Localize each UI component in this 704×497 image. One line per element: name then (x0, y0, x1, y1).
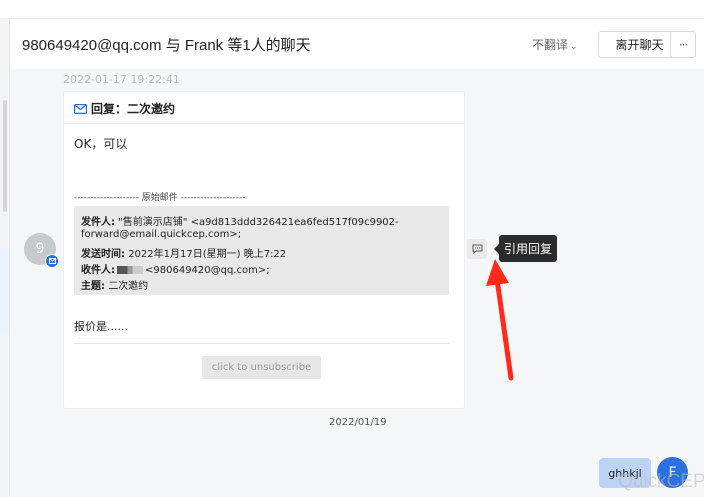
translate-label: 不翻译 (532, 38, 569, 52)
redacted-name (117, 266, 143, 274)
mail-badge-icon (45, 254, 59, 268)
quoted-to: 收件人: <980649420@qq.com>; (81, 261, 270, 276)
email-body-line: OK，可以 (74, 137, 128, 151)
quoted-subject: 主题: 二次邀约 (81, 277, 148, 292)
quickcep-watermark: QuickCEP (618, 471, 704, 492)
message-timestamp: 2022-01-17 19:22:41 (63, 73, 180, 86)
quoted-to-value: <980649420@qq.com>; (145, 265, 270, 276)
divider (64, 123, 464, 124)
date-divider: 2022/01/19 (329, 417, 387, 428)
chat-title: 980649420@qq.com 与 Frank 等1人的聊天 (22, 37, 311, 54)
quoted-sent-label: 发送时间: (81, 249, 125, 260)
red-arrow-annotation (486, 259, 514, 381)
mail-icon (74, 103, 87, 114)
quoted-subject-value: 二次邀约 (108, 281, 149, 292)
scrollbar-thumb[interactable] (3, 100, 7, 212)
chat-header: 980649420@qq.com 与 Frank 等1人的聊天 不翻译 ⌄ 离开聊… (10, 19, 704, 69)
quoted-from-value: "售前演示店铺" <a9d813ddd326421ea6fed517f09c99… (118, 217, 399, 228)
translate-dropdown[interactable]: 不翻译 ⌄ (532, 36, 578, 53)
original-mail-separator: -------------------- 原始邮件 --------------… (74, 193, 246, 203)
chat-area: 2022-01-17 19:22:41 9 回复：二次邀约 OK，可以 ----… (10, 69, 704, 497)
quoted-from: 发件人: "售前演示店铺" <a9d813ddd326421ea6fed517f… (81, 213, 399, 228)
selected-conversation-edge[interactable] (0, 248, 9, 334)
quote-reply-icon[interactable] (467, 239, 487, 259)
email-subject-text: 回复：二次邀约 (91, 102, 176, 116)
email-card[interactable]: 回复：二次邀约 OK，可以 -------------------- 原始邮件 … (63, 91, 465, 409)
quoted-sent: 发送时间: 2022年1月17日(星期一) 晚上7:22 (81, 245, 286, 260)
quoted-subject-label: 主题: (81, 281, 105, 292)
unsubscribe-button[interactable]: click to unsubscribe (202, 356, 321, 379)
email-subject: 回复：二次邀约 (74, 100, 175, 117)
conversation-list-edge (0, 18, 10, 497)
top-strip (0, 0, 704, 19)
leave-chat-button[interactable]: 离开聊天 (598, 31, 681, 58)
quoted-sent-value: 2022年1月17日(星期一) 晚上7:22 (128, 249, 287, 260)
quoted-from-cont: forward@email.quickcep.com>; (81, 229, 242, 240)
email-body-line: 报价是...... (74, 320, 128, 333)
quoted-from-label: 发件人: (81, 217, 115, 228)
quoted-original-mail: 发件人: "售前演示店铺" <a9d813ddd326421ea6fed517f… (74, 206, 449, 295)
divider (74, 343, 449, 344)
more-options-button[interactable]: ··· (670, 31, 696, 58)
quoted-to-label: 收件人: (81, 265, 115, 276)
chevron-down-icon: ⌄ (570, 42, 578, 52)
